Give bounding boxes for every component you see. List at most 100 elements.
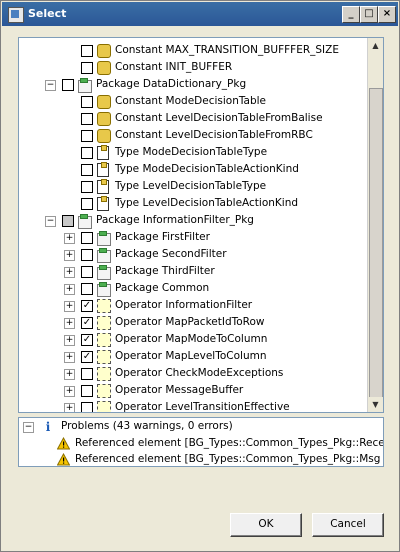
window-title: Select bbox=[28, 7, 67, 20]
tree-row[interactable]: + ✓ Operator MapLevelToColumn bbox=[19, 349, 367, 365]
tree-checkbox[interactable] bbox=[62, 79, 74, 91]
tree-row-label: Operator MapModeToColumn bbox=[115, 333, 268, 345]
tree-checkbox[interactable] bbox=[81, 96, 93, 108]
expand-toggle[interactable]: + bbox=[64, 233, 75, 244]
tree-row[interactable]: Type ModeDecisionTableActionKind bbox=[19, 162, 367, 178]
expand-toggle[interactable]: + bbox=[64, 369, 75, 380]
expand-toggle[interactable]: + bbox=[64, 403, 75, 412]
tree-checkbox[interactable] bbox=[81, 266, 93, 278]
warning-icon bbox=[57, 453, 70, 466]
tree-checkbox[interactable] bbox=[81, 249, 93, 261]
expand-toggle[interactable]: + bbox=[64, 318, 75, 329]
tree-row-label: Package ThirdFilter bbox=[115, 265, 215, 277]
scroll-up-icon[interactable]: ▲ bbox=[368, 38, 383, 53]
close-button[interactable]: × bbox=[378, 6, 396, 23]
tree-row[interactable]: Constant ModeDecisionTable bbox=[19, 94, 367, 110]
tree-vertical-scrollbar[interactable]: ▲ ▼ bbox=[367, 38, 383, 412]
scroll-down-icon[interactable]: ▼ bbox=[368, 397, 383, 412]
tree-row[interactable]: + Operator LevelTransitionEffective bbox=[19, 400, 367, 413]
title-bar[interactable]: Select _ □ × bbox=[2, 2, 398, 26]
cancel-button[interactable]: Cancel bbox=[312, 513, 384, 537]
expand-toggle[interactable]: + bbox=[64, 267, 75, 278]
expand-toggle[interactable]: + bbox=[64, 352, 75, 363]
package-icon bbox=[97, 248, 111, 263]
tree-checkbox[interactable] bbox=[81, 232, 93, 244]
problems-header: Problems (43 warnings, 0 errors) bbox=[61, 420, 233, 432]
tree-checkbox[interactable] bbox=[81, 45, 93, 57]
constant-icon bbox=[97, 95, 111, 109]
expand-toggle[interactable]: + bbox=[64, 284, 75, 295]
maximize-button[interactable]: □ bbox=[360, 6, 378, 23]
collapse-toggle[interactable]: − bbox=[45, 80, 56, 91]
tree-row-label: Package SecondFilter bbox=[115, 248, 227, 260]
tree-checkbox[interactable]: ✓ bbox=[81, 351, 93, 363]
operator-icon bbox=[97, 350, 111, 364]
tree-row[interactable]: + Package FirstFilter bbox=[19, 230, 367, 246]
ok-button[interactable]: OK bbox=[230, 513, 302, 537]
tree-row[interactable]: Constant LevelDecisionTableFromRBC bbox=[19, 128, 367, 144]
tree-row[interactable]: + ✓ Operator InformationFilter bbox=[19, 298, 367, 314]
expand-toggle[interactable]: + bbox=[64, 250, 75, 261]
tree-checkbox[interactable] bbox=[81, 198, 93, 210]
tree-checkbox[interactable] bbox=[81, 368, 93, 380]
tree-checkbox[interactable] bbox=[81, 164, 93, 176]
operator-icon bbox=[97, 333, 111, 347]
tree-row[interactable]: Type ModeDecisionTableType bbox=[19, 145, 367, 161]
constant-icon bbox=[97, 112, 111, 126]
tree-row[interactable]: + Operator CheckModeExceptions bbox=[19, 366, 367, 382]
tree-row-label: Operator MapPacketIdToRow bbox=[115, 316, 265, 328]
tree-checkbox[interactable] bbox=[81, 113, 93, 125]
type-icon bbox=[97, 179, 109, 194]
tree-row[interactable]: − Package InformationFilter_Pkg bbox=[19, 213, 367, 229]
element-tree[interactable]: Constant MAX_TRANSITION_BUFFFER_SIZE Cons… bbox=[18, 37, 384, 413]
tree-checkbox[interactable] bbox=[81, 130, 93, 142]
problems-collapse-toggle[interactable]: − bbox=[23, 422, 34, 433]
tree-row[interactable]: Type LevelDecisionTableType bbox=[19, 179, 367, 195]
expand-toggle[interactable]: + bbox=[64, 301, 75, 312]
package-icon bbox=[78, 78, 92, 93]
tree-checkbox[interactable] bbox=[81, 181, 93, 193]
tree-checkbox[interactable] bbox=[81, 402, 93, 412]
problems-panel[interactable]: − i Problems (43 warnings, 0 errors) Ref… bbox=[18, 417, 384, 467]
tree-row[interactable]: Constant MAX_TRANSITION_BUFFFER_SIZE bbox=[19, 43, 367, 59]
tree-row-label: Type LevelDecisionTableType bbox=[115, 180, 267, 192]
package-icon bbox=[97, 231, 111, 246]
tree-row[interactable]: + Operator MessageBuffer bbox=[19, 383, 367, 399]
expand-toggle[interactable]: + bbox=[64, 335, 75, 346]
tree-row-label: Constant MAX_TRANSITION_BUFFFER_SIZE bbox=[115, 44, 339, 56]
tree-row[interactable]: + Package SecondFilter bbox=[19, 247, 367, 263]
tree-row[interactable]: Constant INIT_BUFFER bbox=[19, 60, 367, 76]
tree-row-label: Type ModeDecisionTableType bbox=[115, 146, 268, 158]
tree-row-label: Constant LevelDecisionTableFromBalise bbox=[115, 112, 323, 124]
tree-row-label: Package FirstFilter bbox=[115, 231, 210, 243]
tree-row[interactable]: + Package Common bbox=[19, 281, 367, 297]
tree-row[interactable]: Type LevelDecisionTableActionKind bbox=[19, 196, 367, 212]
problem-text: Referenced element [BG_Types::Common_Typ… bbox=[75, 437, 384, 449]
tree-row-label: Package DataDictionary_Pkg bbox=[96, 78, 247, 90]
tree-row[interactable]: + ✓ Operator MapPacketIdToRow bbox=[19, 315, 367, 331]
warning-icon bbox=[57, 437, 70, 450]
tree-checkbox[interactable]: ✓ bbox=[81, 317, 93, 329]
tree-checkbox[interactable]: ✓ bbox=[81, 300, 93, 312]
scroll-thumb[interactable] bbox=[369, 88, 383, 398]
collapse-toggle[interactable]: − bbox=[45, 216, 56, 227]
tree-row[interactable]: + Package ThirdFilter bbox=[19, 264, 367, 280]
tree-row[interactable]: − Package DataDictionary_Pkg bbox=[19, 77, 367, 93]
expand-toggle[interactable]: + bbox=[64, 386, 75, 397]
tree-row-label: Operator LevelTransitionEffective bbox=[115, 401, 290, 413]
tree-checkbox[interactable] bbox=[81, 62, 93, 74]
tree-checkbox[interactable] bbox=[62, 215, 74, 227]
tree-row-label: Operator MapLevelToColumn bbox=[115, 350, 267, 362]
operator-icon bbox=[97, 299, 111, 313]
minimize-button[interactable]: _ bbox=[342, 6, 360, 23]
tree-row[interactable]: Constant LevelDecisionTableFromBalise bbox=[19, 111, 367, 127]
tree-row-label: Type ModeDecisionTableActionKind bbox=[115, 163, 299, 175]
tree-row-label: Constant ModeDecisionTable bbox=[115, 95, 267, 107]
tree-checkbox[interactable]: ✓ bbox=[81, 334, 93, 346]
tree-row-label: Constant LevelDecisionTableFromRBC bbox=[115, 129, 313, 141]
tree-checkbox[interactable] bbox=[81, 283, 93, 295]
tree-row-label: Package Common bbox=[115, 282, 210, 294]
tree-row[interactable]: + ✓ Operator MapModeToColumn bbox=[19, 332, 367, 348]
tree-checkbox[interactable] bbox=[81, 385, 93, 397]
tree-checkbox[interactable] bbox=[81, 147, 93, 159]
